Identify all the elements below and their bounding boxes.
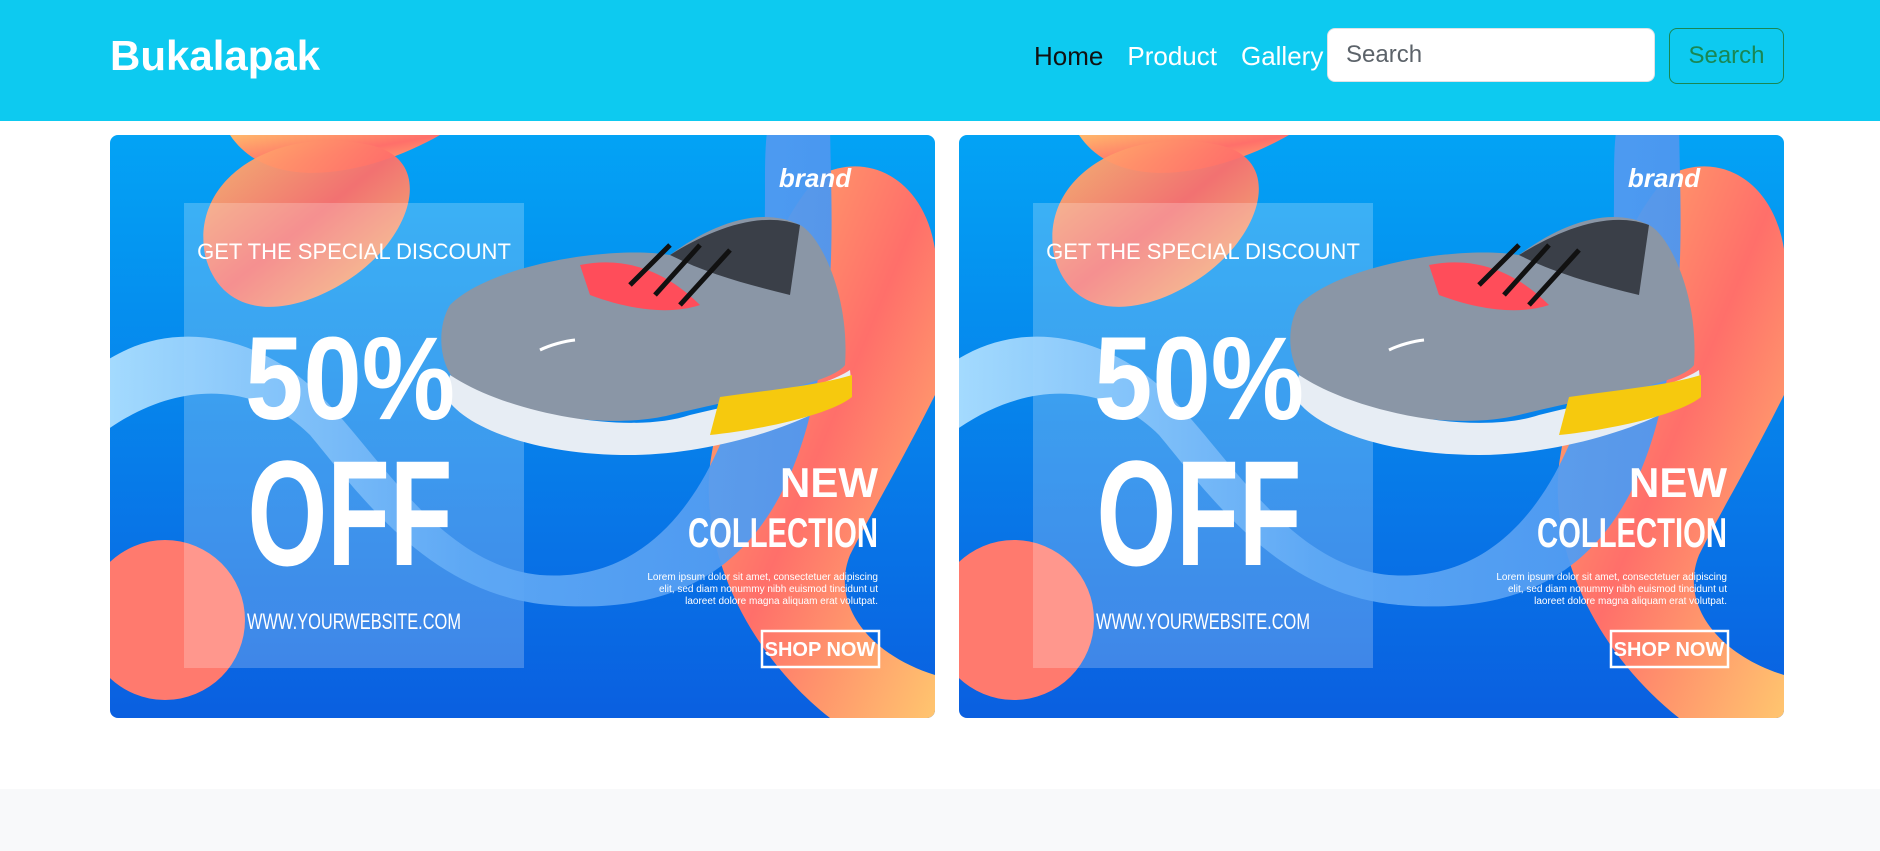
banner-percent: 50% [1094, 313, 1304, 445]
banner-lorem-line: Lorem ipsum dolor sit amet, consectetuer… [647, 572, 878, 583]
nav-link-gallery[interactable]: Gallery [1229, 38, 1335, 74]
promo-banner-2[interactable]: brand GET THE SPECIAL DISCOUNT 50% OFF W… [959, 135, 1784, 718]
banner-collection: COLLECTION [688, 509, 878, 556]
banner-brand-text: brand [779, 163, 852, 193]
banner-lorem-line: elit, sed diam nonummy nibh euismod tinc… [659, 584, 878, 595]
footer [0, 789, 1880, 851]
promo-banner-graphic: brand GET THE SPECIAL DISCOUNT 50% OFF W… [959, 135, 1784, 718]
banner-lorem-line: laoreet dolore magna aliquam erat volutp… [1534, 596, 1727, 607]
promo-banner-1[interactable]: brand GET THE SPECIAL DISCOUNT 50% OFF W… [110, 135, 935, 718]
banner-collection: COLLECTION [1537, 509, 1727, 556]
banner-lorem-line: Lorem ipsum dolor sit amet, consectetuer… [1496, 572, 1727, 583]
search-button[interactable]: Search [1669, 28, 1784, 84]
banner-website: WWW.YOURWEBSITE.COM [247, 609, 461, 634]
brand-logo[interactable]: Bukalapak [110, 30, 320, 82]
banner-brand-text: brand [1628, 163, 1701, 193]
nav-link-product[interactable]: Product [1115, 38, 1229, 74]
banner-website: WWW.YOURWEBSITE.COM [1096, 609, 1310, 634]
banner-off: OFF [1097, 429, 1302, 597]
banner-off: OFF [248, 429, 453, 597]
banner-headline: GET THE SPECIAL DISCOUNT [1046, 239, 1360, 264]
shop-now-label: SHOP NOW [765, 639, 876, 661]
banner-new: NEW [1629, 459, 1727, 506]
nav-link-home[interactable]: Home [1022, 38, 1115, 74]
banner-new: NEW [780, 459, 878, 506]
search-input[interactable] [1327, 28, 1655, 82]
banner-lorem-line: elit, sed diam nonummy nibh euismod tinc… [1508, 584, 1727, 595]
nav-links: Home Product Gallery [1022, 38, 1335, 74]
navbar: Bukalapak Home Product Gallery Search [0, 0, 1880, 121]
shop-now-label: SHOP NOW [1614, 639, 1725, 661]
banner-percent: 50% [245, 313, 455, 445]
banner-headline: GET THE SPECIAL DISCOUNT [197, 239, 511, 264]
banner-lorem-line: laoreet dolore magna aliquam erat volutp… [685, 596, 878, 607]
promo-banner-graphic: brand GET THE SPECIAL DISCOUNT 50% OFF W… [110, 135, 935, 718]
